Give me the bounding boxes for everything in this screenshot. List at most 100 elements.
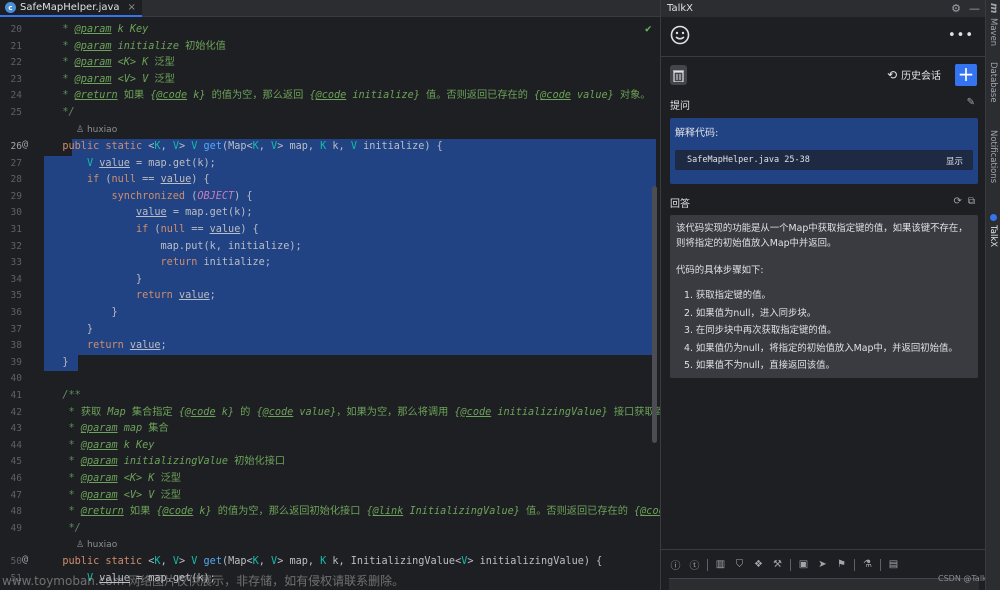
tool-window-maven[interactable]: Maven (988, 18, 998, 46)
code-line: * @return 如果 {@code k} 的值为空，那么返回 {@code … (44, 90, 651, 102)
code-line-selected: if (null == value) { (44, 222, 656, 239)
line-number: 24 (10, 90, 22, 102)
translate-icon[interactable]: ⓣ (688, 558, 701, 572)
refresh-icon[interactable]: ⟳ (953, 196, 961, 207)
send-icon[interactable]: ➤ (816, 558, 829, 571)
tool-window-strip: m Maven Database Notifications TalkX (985, 0, 1000, 590)
panel-header: TalkX ⚙ — (661, 0, 986, 17)
code-line: public static <K, V> V get(Map<K, V> map… (62, 556, 603, 567)
chart-icon[interactable]: ▥ (714, 558, 727, 571)
answer-intro: 该代码实现的功能是从一个Map中获取指定键的值，如果该键不存在，则将指定的初始值… (676, 223, 968, 249)
line-number: 33 (10, 257, 22, 269)
author-hint: ♙ huxiao (76, 540, 118, 550)
line-number: 35 (10, 290, 22, 302)
list-item: 3. 在同步块中再次获取指定键的值。 (684, 325, 837, 336)
new-chat-plus-button[interactable]: + (955, 64, 977, 86)
answer-section-label: 回答 (670, 199, 690, 210)
code-line-selected: } (44, 321, 656, 339)
maven-logo-icon[interactable]: m (988, 3, 999, 13)
answer-steps-list: 1. 获取指定键的值。 2. 如果值为null，进入同步块。 3. 在同步块中再… (684, 288, 958, 376)
more-options-icon[interactable]: ••• (948, 28, 974, 43)
line-number: 36 (10, 307, 22, 318)
copy-icon[interactable]: ⧉ (968, 196, 975, 207)
code-line-selected: } (44, 271, 656, 289)
code-line-selected: return value; (44, 338, 656, 355)
toolbar-divider (790, 558, 791, 571)
line-number: 20 (10, 24, 22, 35)
line-number-gutter: 20 21 22 23 24 25 26 @ 27 28 29 30 31 32… (0, 17, 44, 590)
history-sessions-button[interactable]: ⟲ 历史会话 (887, 67, 941, 83)
code-line: */ (44, 522, 81, 534)
watermark-text: www.toymoban.com 网络图片仅供展示，非存储，如有侵权请联系删除。 (2, 574, 405, 588)
editor-scrollbar[interactable] (652, 186, 657, 443)
line-number: 40 (10, 373, 22, 385)
line-number: 22 (10, 57, 22, 69)
answer-box: 该代码实现的功能是从一个Map中获取指定键的值，如果该键不存在，则将指定的初始值… (670, 215, 978, 378)
code-line: /** (44, 390, 81, 401)
panel-title: TalkX (667, 3, 694, 14)
talkx-panel: TalkX ⚙ — ••• ⟲ 历史会话 + 提问 ✎ 解释代码: SafeMa… (660, 0, 992, 590)
editor-tab-label: SafeMapHelper.java (20, 2, 120, 13)
flag-icon[interactable]: ⚑ (835, 558, 848, 571)
ide-window: c SafeMapHelper.java × 20 21 22 23 24 25… (0, 0, 1000, 590)
line-number: 48 (10, 506, 22, 518)
code-line: * @return 如果 {@code k} 的值为空，那么返回初始化接口 {@… (44, 506, 660, 518)
code-line-selected: map.put(k, initialize); (44, 238, 656, 256)
code-line: * @param k Key (44, 24, 149, 35)
code-block-icon[interactable]: ▣ (797, 558, 810, 571)
delete-trash-icon[interactable] (670, 65, 687, 85)
line-number: 46 (10, 473, 22, 484)
list-item: 4. 如果值仍为null，将指定的初始值放入Map中，并返回初始值。 (684, 342, 958, 354)
code-line: * @param <V> V 泛型 (44, 489, 181, 501)
tool-window-notifications[interactable]: Notifications (988, 130, 998, 183)
override-gutter-icon[interactable]: @ (22, 554, 28, 565)
code-editor[interactable]: c SafeMapHelper.java × 20 21 22 23 24 25… (0, 0, 660, 590)
editor-tab-safemaphelper[interactable]: c SafeMapHelper.java × (0, 0, 142, 17)
hammer-icon[interactable]: ⚒ (771, 558, 784, 571)
line-number: 50 (10, 556, 22, 567)
code-line: * @param <K> K 泛型 (44, 473, 181, 484)
code-line: * 获取 Map 集合指定 {@code k} 的 {@code value}，… (44, 406, 660, 418)
author-hint: ♙ huxiao (76, 125, 118, 135)
terminal-icon[interactable]: ▤ (887, 558, 900, 571)
show-code-link[interactable]: 显示 (946, 155, 963, 167)
line-number: 31 (10, 224, 22, 235)
line-number: 37 (10, 323, 22, 335)
line-number: 23 (10, 73, 22, 85)
minimize-icon[interactable]: — (969, 0, 980, 17)
line-number: 38 (10, 340, 22, 352)
edit-pencil-icon[interactable]: ✎ (967, 97, 975, 108)
line-number: 28 (10, 174, 22, 186)
override-gutter-icon[interactable]: @ (22, 139, 28, 150)
line-number: 25 (10, 107, 22, 118)
no-problems-check-icon[interactable]: ✔ (645, 22, 652, 35)
toolbar-divider (854, 558, 855, 571)
answer-steps-title: 代码的具体步骤如下: (676, 265, 764, 276)
line-number: 39 (10, 356, 22, 368)
chat-input[interactable] (669, 578, 979, 590)
code-line-selected: public static <K, V> V get(Map<K, V> map… (44, 139, 656, 156)
settings-gear-icon[interactable]: ⚙ (951, 0, 961, 17)
smiley-face-icon[interactable] (670, 25, 690, 45)
line-number: 49 (10, 522, 22, 534)
code-line-selected: return initialize; (44, 255, 656, 272)
line-number: 32 (10, 240, 22, 252)
code-line: */ (44, 107, 75, 118)
line-number: 47 (10, 489, 22, 501)
code-line: * @param initialize 初始化值 (44, 40, 226, 52)
flask-icon[interactable]: ⚗ (861, 558, 874, 571)
cubes-icon[interactable]: ❖ (752, 558, 765, 571)
code-line-selected: } (44, 354, 656, 372)
tool-window-database[interactable]: Database (988, 62, 998, 103)
tool-window-talkx[interactable]: TalkX (988, 225, 998, 247)
history-clock-icon: ⟲ (887, 67, 898, 82)
shield-icon[interactable]: ⛉ (733, 558, 746, 571)
help-icon[interactable]: ⓘ (669, 558, 682, 572)
close-tab-icon[interactable]: × (128, 2, 136, 13)
code-line: * @param <V> V 泛型 (44, 73, 175, 85)
line-number: 26 (10, 141, 22, 152)
code-area[interactable]: * @param k Key * @param initialize 初始化值 … (44, 17, 660, 590)
line-number: 43 (10, 423, 22, 435)
list-item: 5. 如果值不为null，直接返回该值。 (684, 360, 835, 371)
code-line: * @param k Key (44, 439, 155, 451)
